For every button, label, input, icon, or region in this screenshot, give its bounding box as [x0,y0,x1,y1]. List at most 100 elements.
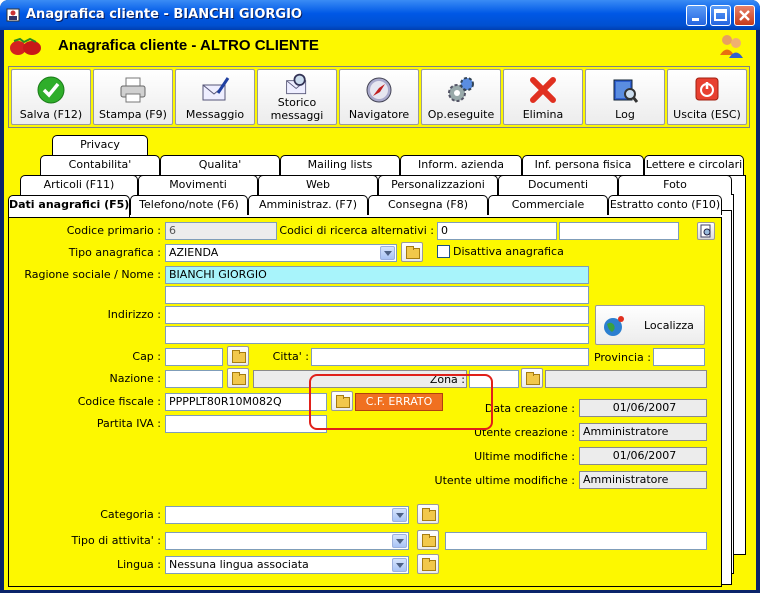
category-select[interactable] [165,506,409,524]
minimize-button[interactable] [686,5,707,26]
tab-lettere-circolari[interactable]: Lettere e circolari [644,155,744,175]
alt-codes-label: Codici di ricerca alternativi : [279,224,434,237]
client-area: Anagrafica cliente - ALTRO CLIENTE Salva… [4,30,756,590]
address-label: Indirizzo : [107,308,161,321]
province-field[interactable] [653,348,705,366]
created-date-field: 01/06/2007 [579,399,707,417]
modified-label: Ultime modifiche : [474,450,575,463]
tab-qualita[interactable]: Qualita' [160,155,280,175]
type-label: Tipo anagrafica : [68,246,161,259]
nation-label: Nazione : [109,372,161,385]
vat-field[interactable] [165,415,327,433]
tab-inf-persona-fisica[interactable]: Inf. persona fisica [522,155,644,175]
operations-button[interactable]: Op.eseguite [421,69,501,125]
highlight-annotation [309,374,493,430]
tab-telefono-note[interactable]: Telefono/note (F6) [130,195,248,215]
tab-estratto-conto[interactable]: Estratto conto (F10) [608,195,722,215]
tab-consegna[interactable]: Consegna (F8) [368,195,488,215]
created-user-field: Amministratore [579,423,707,441]
close-button[interactable] [734,5,755,26]
app-icon [6,8,20,22]
primary-code-field[interactable]: 6 [165,222,277,240]
tax-code-label: Codice fiscale : [77,395,161,408]
tab-commerciale[interactable]: Commerciale [488,195,608,215]
globe-icon [604,316,624,336]
nation-field[interactable] [165,370,223,388]
cap-folder-button[interactable] [227,346,249,366]
address-field-2[interactable] [165,326,589,344]
language-folder-button[interactable] [417,554,439,574]
cap-field[interactable] [165,348,223,366]
window-title: Anagrafica cliente - BIANCHI GIORGIO [26,7,302,22]
tab-dati-anagrafici[interactable]: Dati anagrafici (F5) [8,195,130,217]
type-folder-button[interactable] [401,242,423,262]
address-field-1[interactable] [165,306,589,324]
chevron-down-icon[interactable] [380,246,395,260]
activity-select[interactable] [165,532,409,550]
book-search-icon [613,79,639,103]
locate-button[interactable]: Localizza [595,305,705,345]
city-label: Citta' : [272,350,309,363]
exit-button[interactable]: Uscita (ESC) [667,69,747,125]
company-name-field-2[interactable] [165,286,589,304]
cap-label: Cap : [132,350,161,363]
chevron-down-icon[interactable] [392,558,407,572]
compass-icon [366,77,392,103]
red-x-icon [530,77,556,103]
print-button[interactable]: Stampa (F9) [93,69,173,125]
navigator-button[interactable]: Navigatore [339,69,419,125]
name-label: Ragione sociale / Nome : [24,268,161,281]
type-select[interactable]: AZIENDA [165,244,397,262]
primary-code-label: Codice primario : [66,224,161,237]
activity-folder-button[interactable] [417,530,439,550]
message-button[interactable]: Messaggio [175,69,255,125]
activity-label: Tipo di attivita' : [71,534,161,547]
tab-inform-azienda[interactable]: Inform. azienda [400,155,522,175]
chevron-down-icon[interactable] [392,534,407,548]
zone-folder-button[interactable] [521,368,543,388]
alt-codes-button[interactable] [697,222,715,240]
language-select[interactable]: Nessuna lingua associata [165,556,409,574]
activity-extra-field[interactable] [445,532,707,550]
category-label: Categoria : [100,508,161,521]
checkmark-icon [37,76,65,104]
tab-web[interactable]: Web [258,175,378,195]
toolbar: Salva (F12) Stampa (F9) Messaggio Storic… [8,66,750,128]
title-bar[interactable]: Anagrafica cliente - BIANCHI GIORGIO [0,0,760,30]
alt-code-field-2[interactable] [559,222,679,240]
strawberry-logo-icon [10,37,41,55]
tab-documenti[interactable]: Documenti [498,175,618,195]
language-label: Lingua : [116,558,161,571]
application-window: Anagrafica cliente - BIANCHI GIORGIO Ana… [0,0,760,593]
tax-code-field[interactable]: PPPPLT80R10M082Q [165,393,327,411]
disable-label: Disattiva anagrafica [453,245,564,258]
nation-folder-button[interactable] [227,368,249,388]
dati-anagrafici-panel: Codice primario : 6 Codici di ricerca al… [8,217,722,587]
tab-privacy[interactable]: Privacy [52,135,148,155]
document-search-icon [700,224,711,238]
minimize-icon [692,18,699,21]
delete-button[interactable]: Elimina [503,69,583,125]
users-icon[interactable] [718,33,744,59]
log-button[interactable]: Log [585,69,665,125]
tab-mailing-lists[interactable]: Mailing lists [280,155,400,175]
tab-articoli[interactable]: Articoli (F11) [20,175,138,195]
tab-foto[interactable]: Foto [618,175,732,195]
disable-checkbox[interactable] [437,245,450,258]
save-button[interactable]: Salva (F12) [11,69,91,125]
chevron-down-icon[interactable] [392,508,407,522]
category-folder-button[interactable] [417,504,439,524]
envelope-search-icon [286,73,307,95]
tab-personalizzazioni[interactable]: Personalizzazioni [378,175,498,195]
message-history-button[interactable]: Storico messaggi [257,69,337,125]
tab-contabilita[interactable]: Contabilita' [40,155,160,175]
close-icon [739,10,750,21]
tab-amministrazione[interactable]: Amministraz. (F7) [248,195,368,215]
form-header: Anagrafica cliente - ALTRO CLIENTE [4,30,756,62]
company-name-field[interactable]: BIANCHI GIORGIO [165,266,589,284]
envelope-pen-icon [202,77,230,101]
tab-movimenti[interactable]: Movimenti [138,175,258,195]
city-field[interactable] [311,348,589,366]
alt-code-field-1[interactable]: 0 [437,222,557,240]
maximize-button[interactable] [710,5,731,26]
